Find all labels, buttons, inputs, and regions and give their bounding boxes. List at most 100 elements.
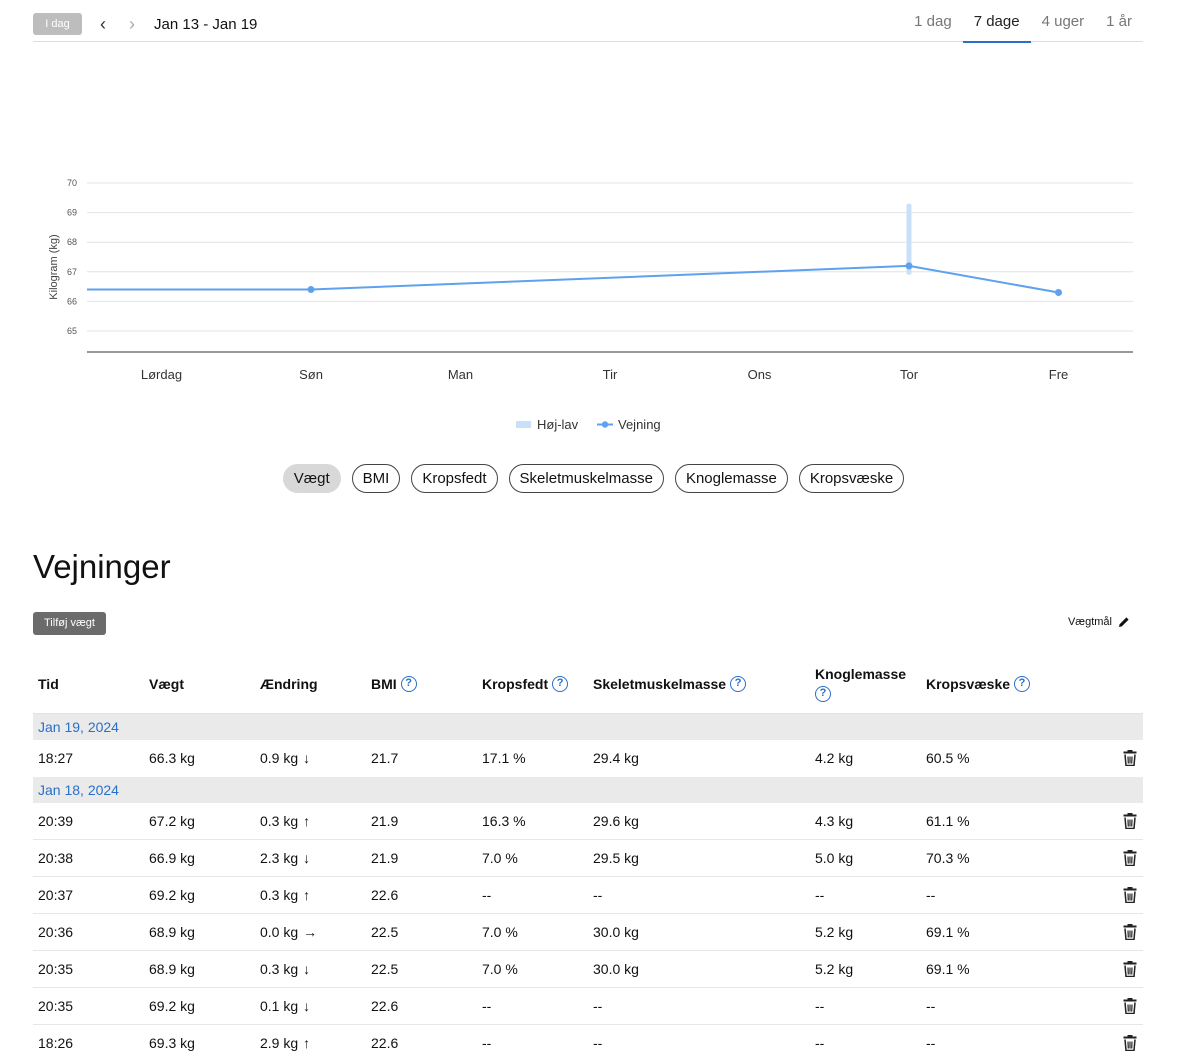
cell-vaegt: 69.2 kg: [149, 877, 195, 914]
table-row: 20:36 68.9 kg 0.0 kg → 22.5 7.0 % 30.0 kg 5.2 k…: [33, 914, 1143, 951]
cell-value: 17.1 %: [482, 750, 526, 766]
range-tab[interactable]: 7 dage: [962, 0, 1031, 43]
cell-value: --: [926, 887, 936, 903]
range-tab[interactable]: 4 uger: [1031, 0, 1096, 42]
cell-skelet: --: [593, 1025, 602, 1059]
trash-icon[interactable]: [1123, 887, 1137, 904]
table-row: 20:37 69.2 kg 0.3 kg ↑ 22.6 -- -- -- --: [33, 877, 1143, 914]
col-header-knoglemasse: Knoglemasse?: [815, 654, 906, 714]
today-button[interactable]: I dag: [33, 13, 82, 35]
cell-tid: 18:26: [38, 1025, 73, 1059]
metric-selector: Vægt BMI Kropsfedt Skeletmuskelmasse Knoglem…: [0, 464, 1183, 493]
date-range-label: Jan 13 - Jan 19: [154, 16, 258, 33]
weight-chart-svg: Kilogram (kg) 65 66 67 68 69 70 Lørdag Søn Man Tir…: [48, 178, 1133, 432]
trash-icon[interactable]: [1123, 924, 1137, 941]
cell-value: 68.9 kg: [149, 961, 195, 977]
weight-point[interactable]: [307, 286, 315, 294]
cell-value: 2.9 kg: [260, 1035, 299, 1051]
metric-chip[interactable]: Knoglemasse: [674, 464, 788, 493]
metric-chip[interactable]: BMI: [351, 464, 401, 493]
pencil-icon[interactable]: [1118, 616, 1130, 628]
add-weight-button[interactable]: Tilføj vægt: [33, 612, 106, 635]
cell-value: 69.2 kg: [149, 887, 195, 903]
metric-chip[interactable]: Kropsvæske: [798, 464, 905, 493]
range-tab[interactable]: 1 år: [1095, 0, 1143, 42]
cell-value: 7.0 %: [482, 961, 518, 977]
cell-value: 22.5: [371, 961, 399, 977]
cell-value: 7.0 %: [482, 850, 518, 866]
trash-icon[interactable]: [1123, 750, 1137, 767]
help-icon[interactable]: ?: [400, 676, 417, 692]
cell-value: 61.1 %: [926, 813, 970, 829]
x-tick-label: Man: [448, 367, 473, 382]
cell-value: --: [815, 1035, 825, 1051]
cell-value: 18:27: [38, 750, 74, 766]
range-tab[interactable]: 1 dag: [903, 0, 963, 42]
trash-icon[interactable]: [1123, 998, 1137, 1015]
cell-value: 22.6: [371, 998, 399, 1014]
trash-icon[interactable]: [1123, 813, 1137, 830]
table-body: Jan 19, 2024 18:27 66.3 kg 0.9 kg ↓ 21.7 17.1 …: [33, 714, 1143, 1059]
cell-skelet: 30.0 kg: [593, 914, 639, 951]
cell-vaeske: --: [926, 988, 935, 1025]
cell-aendring: 0.3 kg ↑: [260, 877, 310, 914]
cell-value: 30.0 kg: [593, 961, 639, 977]
change-arrow-icon: ↑: [303, 813, 311, 829]
cell-value: --: [593, 1035, 603, 1051]
trash-icon[interactable]: [1123, 1035, 1137, 1052]
weight-point[interactable]: [905, 262, 913, 270]
cell-value: 7.0 %: [482, 924, 518, 940]
y-tick-label: 68: [67, 237, 77, 247]
y-tick-label: 70: [67, 178, 77, 188]
help-icon[interactable]: ?: [552, 676, 569, 692]
cell-tid: 20:38: [38, 840, 73, 877]
cell-value: --: [482, 998, 492, 1014]
cell-value: 67.2 kg: [149, 813, 195, 829]
cell-skelet: 29.6 kg: [593, 803, 639, 840]
table-row: 20:38 66.9 kg 2.3 kg ↓ 21.9 7.0 % 29.5 kg 5.0 k…: [33, 840, 1143, 877]
cell-bmi: 21.9: [371, 840, 398, 877]
y-axis-title: Kilogram (kg): [48, 234, 60, 299]
x-tick-label: Tor: [900, 367, 919, 382]
trash-icon[interactable]: [1123, 961, 1137, 978]
cell-knogle: 5.0 kg: [815, 840, 853, 877]
cell-bmi: 22.6: [371, 1025, 398, 1059]
metric-chip[interactable]: Vægt: [282, 464, 341, 493]
metric-chip[interactable]: Kropsfedt: [411, 464, 498, 493]
weight-goal-link[interactable]: Vægtmål: [1068, 616, 1130, 628]
col-label-knoglemasse: Knoglemasse: [815, 666, 907, 682]
col-label-skeletmuskelmasse: Skeletmuskelmasse: [593, 676, 727, 692]
cell-value: 69.3 kg: [149, 1035, 195, 1051]
col-label-bmi: BMI: [371, 676, 397, 692]
x-tick-label: Søn: [299, 367, 323, 382]
col-label-aendring: Ændring: [260, 676, 318, 692]
cell-value: 69.2 kg: [149, 998, 195, 1014]
cell-value: 20:36: [38, 924, 74, 940]
chevron-right-icon[interactable]: ›: [124, 14, 140, 34]
x-tick-label: Ons: [748, 367, 772, 382]
help-icon[interactable]: ?: [1014, 676, 1031, 692]
weight-point[interactable]: [1055, 289, 1062, 297]
table-row: 20:39 67.2 kg 0.3 kg ↑ 21.9 16.3 % 29.6 kg 4.3 …: [33, 803, 1143, 840]
col-header-aendring: Ændring: [260, 654, 318, 714]
cell-skelet: --: [593, 877, 602, 914]
chart-legend: Høj-lav Vejning: [516, 417, 661, 432]
chevron-left-icon[interactable]: ‹: [95, 14, 111, 34]
help-icon[interactable]: ?: [730, 676, 747, 692]
cell-value: 21.9: [371, 813, 399, 829]
y-tick-label: 67: [67, 267, 77, 277]
help-icon[interactable]: ?: [815, 686, 831, 702]
metric-chip[interactable]: Skeletmuskelmasse: [508, 464, 664, 493]
cell-fedt: --: [482, 1025, 491, 1059]
weighings-table: Tid Vægt Ændring BMI? Kropsfedt? Skeletm…: [33, 654, 1143, 1059]
section-title: Vejninger: [33, 548, 171, 585]
trash-icon[interactable]: [1123, 850, 1137, 867]
cell-vaegt: 68.9 kg: [149, 914, 195, 951]
cell-knogle: 5.2 kg: [815, 951, 853, 988]
cell-skelet: 30.0 kg: [593, 951, 639, 988]
date-navigation-bar: I dag ‹ › Jan 13 - Jan 19 1 dag 7 dage 4 u…: [33, 0, 1143, 43]
cell-value: 4.3 kg: [815, 813, 854, 829]
legend-swatch-high-low: [516, 421, 531, 428]
cell-value: 0.3 kg: [260, 961, 299, 977]
cell-tid: 20:37: [38, 877, 73, 914]
